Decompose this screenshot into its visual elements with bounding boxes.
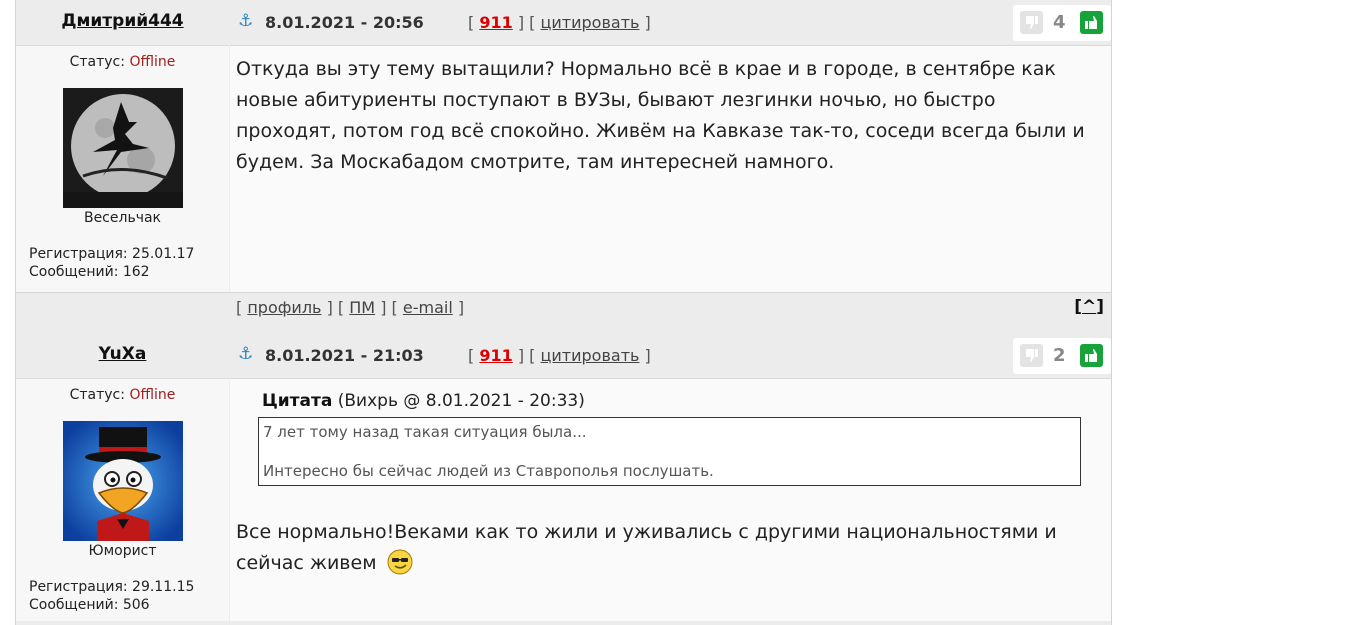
profile-link[interactable]: профиль bbox=[247, 298, 321, 317]
user-stats: Регистрация: 29.11.15 Сообщений: 506 bbox=[29, 578, 194, 614]
avatar[interactable] bbox=[63, 421, 183, 541]
vote-widget: 4 bbox=[1013, 5, 1111, 41]
caret-up-icon: ^ bbox=[1081, 297, 1097, 317]
bracket: [ bbox=[468, 13, 475, 32]
quote-block: 7 лет тому назад такая ситуация была... … bbox=[258, 417, 1081, 486]
bracket: ] [ bbox=[326, 298, 345, 317]
thumb-down-icon[interactable] bbox=[1020, 11, 1043, 34]
post-content: Цитата (Вихрь @ 8.01.2021 - 20:33) 7 лет… bbox=[230, 378, 1111, 621]
user-rank: Юморист bbox=[88, 543, 157, 559]
username-link[interactable]: Дмитрий444 bbox=[61, 11, 183, 31]
post-score: 4 bbox=[1053, 12, 1066, 33]
quote-line: Интересно бы сейчас людей из Ставрополья… bbox=[263, 462, 714, 480]
quote-source: (Вихрь @ 8.01.2021 - 20:33) bbox=[337, 391, 585, 411]
post-text-block: Все нормально!Веками как то жили и ужива… bbox=[236, 517, 1098, 579]
pm-link[interactable]: ПМ bbox=[349, 298, 375, 317]
post-controls: [ 911 ] [ цитировать ] bbox=[468, 13, 651, 32]
post-text: Все нормально!Веками как то жили и ужива… bbox=[236, 521, 1057, 574]
message-count: Сообщений: 506 bbox=[29, 597, 150, 613]
user-info-panel: Статус: Offline Юморист Регистрация: 29.… bbox=[16, 378, 229, 621]
back-to-top-link[interactable]: [^] bbox=[1074, 297, 1104, 317]
user-stats: Регистрация: 25.01.17 Сообщений: 162 bbox=[29, 245, 194, 281]
anchor-icon[interactable]: ⚓ bbox=[238, 11, 253, 31]
quote-label: Цитата bbox=[262, 391, 333, 411]
email-link[interactable]: e-mail bbox=[403, 298, 453, 317]
forum-thread: Дмитрий444 ⚓ 8.01.2021 - 20:56 [ 911 ] [… bbox=[15, 0, 1112, 625]
avatar[interactable] bbox=[63, 88, 183, 208]
quote-header: Цитата (Вихрь @ 8.01.2021 - 20:33) bbox=[262, 391, 585, 411]
bracket: [ bbox=[236, 298, 243, 317]
bracket: ] bbox=[1096, 297, 1104, 317]
user-status: Статус: Offline bbox=[16, 387, 229, 403]
vote-widget: 2 bbox=[1013, 338, 1111, 374]
status-value: Offline bbox=[129, 54, 176, 70]
thumb-up-icon[interactable] bbox=[1080, 344, 1103, 367]
status-value: Offline bbox=[129, 387, 176, 403]
username-link[interactable]: YuXa bbox=[99, 344, 147, 364]
registration-date: Регистрация: 25.01.17 bbox=[29, 246, 195, 262]
cool-smiley-emoji bbox=[387, 549, 413, 575]
post-controls: [ 911 ] [ цитировать ] bbox=[468, 346, 651, 365]
post-header: ⚓ 8.01.2021 - 20:56 [ 911 ] [ цитировать… bbox=[230, 0, 1111, 44]
quote-link[interactable]: цитировать bbox=[541, 346, 640, 365]
bracket: [ bbox=[468, 346, 475, 365]
bracket: ] [ bbox=[517, 346, 536, 365]
post-content: Откуда вы эту тему вытащили? Нормально в… bbox=[230, 45, 1111, 292]
post-date: 8.01.2021 - 20:56 bbox=[265, 13, 424, 32]
status-label: Статус: bbox=[69, 54, 125, 70]
bracket: [ bbox=[1074, 297, 1082, 317]
post-author-bar: YuXa bbox=[16, 333, 229, 377]
bracket: ] bbox=[644, 13, 651, 32]
user-rank: Весельчак bbox=[83, 210, 162, 226]
bracket: ] bbox=[457, 298, 465, 317]
thumb-down-icon[interactable] bbox=[1020, 344, 1043, 367]
post-footer: [ профиль ] [ ПМ ] [ e-mail ] [^] bbox=[16, 292, 1111, 324]
post-text: Откуда вы эту тему вытащили? Нормально в… bbox=[236, 58, 1085, 173]
status-label: Статус: bbox=[69, 387, 125, 403]
post-number-link[interactable]: 911 bbox=[479, 13, 512, 32]
thumb-up-icon[interactable] bbox=[1080, 11, 1103, 34]
post-author-bar: Дмитрий444 bbox=[16, 0, 229, 44]
post-number-link[interactable]: 911 bbox=[479, 346, 512, 365]
quote-line: 7 лет тому назад такая ситуация была... bbox=[263, 423, 587, 441]
post-date: 8.01.2021 - 21:03 bbox=[265, 346, 424, 365]
message-count: Сообщений: 162 bbox=[29, 264, 150, 280]
quote-link[interactable]: цитировать bbox=[541, 13, 640, 32]
registration-date: Регистрация: 29.11.15 bbox=[29, 579, 195, 595]
post-score: 2 bbox=[1053, 345, 1066, 366]
user-info-panel: Статус: Offline Весельчак Регистрация: 2… bbox=[16, 45, 229, 292]
bracket: ] bbox=[644, 346, 651, 365]
anchor-icon[interactable]: ⚓ bbox=[238, 344, 253, 364]
user-links: [ профиль ] [ ПМ ] [ e-mail ] bbox=[236, 298, 464, 317]
post-header: ⚓ 8.01.2021 - 21:03 [ 911 ] [ цитировать… bbox=[230, 333, 1111, 377]
user-status: Статус: Offline bbox=[16, 54, 229, 70]
bracket: ] [ bbox=[517, 13, 536, 32]
bracket: ] [ bbox=[380, 298, 398, 317]
